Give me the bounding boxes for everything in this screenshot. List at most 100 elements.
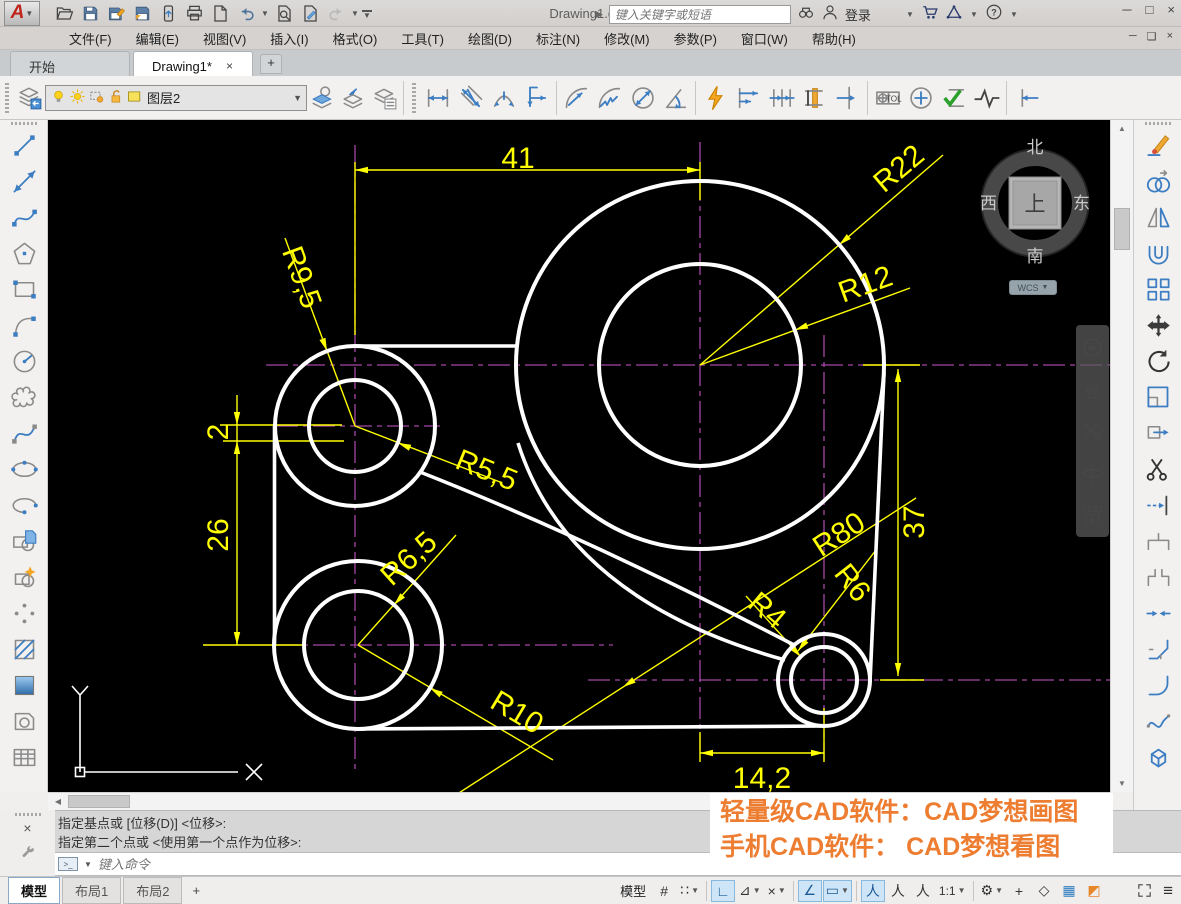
polar-icon-caret[interactable]: ▼ (753, 886, 761, 895)
layer-combo-caret-icon[interactable]: ▼ (293, 93, 302, 103)
snap-icon[interactable]: ∷▼ (677, 880, 702, 902)
layout-tab-布局1[interactable]: 布局1 (62, 877, 121, 904)
scroll-down-icon[interactable]: ▼ (1111, 775, 1133, 792)
stretch-button[interactable] (1134, 415, 1181, 451)
dim-aligned-button[interactable] (454, 80, 487, 116)
app-logo[interactable]: A▼ (4, 1, 40, 26)
dim-partial-button[interactable] (1010, 80, 1043, 116)
login-caret-icon[interactable]: ▼ (905, 10, 915, 19)
polygon-button[interactable] (0, 235, 48, 271)
login-link[interactable]: 登录 (845, 5, 871, 24)
ellipse-button[interactable] (0, 451, 48, 487)
document-tab-开始[interactable]: 开始 (10, 51, 130, 76)
otrack-icon-caret[interactable]: ▼ (778, 886, 786, 895)
snap-icon-caret[interactable]: ▼ (691, 886, 699, 895)
qat-overflow-icon[interactable]: ▼ (362, 10, 372, 19)
construction-line-button[interactable] (0, 163, 48, 199)
annotation-scale-icon[interactable]: 人 (911, 880, 935, 902)
spline-button[interactable] (0, 415, 48, 451)
dim-linear-button[interactable] (421, 80, 454, 116)
dyn-input-icon[interactable]: ▭▼ (823, 880, 852, 902)
dim-update-button[interactable] (937, 80, 970, 116)
dim-diameter-button[interactable] (626, 80, 659, 116)
layer-select[interactable]: 图层2 ▼ (45, 85, 307, 111)
orbit-icon[interactable] (1080, 461, 1105, 486)
annotation-monitor-icon[interactable]: + (1007, 880, 1031, 902)
doc-minimize-icon[interactable]: ─ (1129, 30, 1137, 43)
a360-icon[interactable] (945, 3, 963, 26)
explode-button[interactable] (1134, 739, 1181, 775)
print-icon[interactable] (182, 2, 206, 25)
annotation-autoscale-icon[interactable]: 人 (886, 880, 910, 902)
osnap-icon[interactable]: ∠ (798, 880, 822, 902)
ortho-icon[interactable]: ∟ (711, 880, 735, 902)
dim-baseline-button[interactable] (732, 80, 765, 116)
line-button[interactable] (0, 127, 48, 163)
command-grip[interactable] (15, 813, 41, 816)
make-object-layer-current-icon[interactable] (307, 81, 338, 115)
dim-spacing-button[interactable] (798, 80, 831, 116)
markup-icon[interactable] (298, 2, 322, 25)
doc-close-icon[interactable]: × (1167, 30, 1173, 43)
undo-caret[interactable]: ▼ (260, 9, 270, 18)
rectangle-button[interactable] (0, 271, 48, 307)
dim-ordinate-button[interactable] (520, 80, 553, 116)
scale-value[interactable]: 1:1▼ (936, 880, 969, 902)
dim-angular-button[interactable] (659, 80, 692, 116)
hardware-acceleration-icon[interactable]: ▦ (1057, 880, 1081, 902)
arc-button[interactable] (0, 307, 48, 343)
settings-gear-icon[interactable]: ⚙▼ (978, 880, 1006, 902)
layout-tab-模型[interactable]: 模型 (8, 877, 60, 904)
join-button[interactable] (1134, 595, 1181, 631)
scroll-left-icon[interactable]: ◀ (50, 794, 66, 809)
drawing-canvas[interactable]: 41R22R12R9,5R5,5226R6,5R80R10R6R43714,2 … (48, 120, 1110, 792)
dim-tolerance-button[interactable]: TOL (871, 80, 904, 116)
command-close-icon[interactable]: × (0, 820, 55, 836)
menu-文件(F)[interactable]: 文件(F) (58, 27, 123, 50)
layer-previous-icon[interactable] (338, 81, 369, 115)
toolbar-grip[interactable] (412, 83, 416, 113)
circle-button[interactable] (0, 343, 48, 379)
rotate-button[interactable] (1134, 343, 1181, 379)
minimize-icon[interactable]: ─ (1122, 2, 1131, 17)
layer-properties-icon[interactable] (14, 81, 45, 115)
table-button[interactable] (0, 739, 48, 775)
menu-工具(T)[interactable]: 工具(T) (390, 27, 455, 50)
pan-hand-icon[interactable] (1080, 377, 1105, 402)
dim-quick-button[interactable] (699, 80, 732, 116)
dim-radius-button[interactable] (560, 80, 593, 116)
menu-格式(O)[interactable]: 格式(O) (322, 27, 389, 50)
menu-参数(P)[interactable]: 参数(P) (663, 27, 728, 50)
store-cart-icon[interactable] (921, 3, 939, 26)
clean-screen-icon[interactable]: ◩ (1082, 880, 1106, 902)
new-drawing-icon[interactable] (208, 2, 232, 25)
vscroll-thumb[interactable] (1114, 208, 1130, 250)
menu-绘图(D)[interactable]: 绘图(D) (457, 27, 523, 50)
binoculars-icon[interactable] (797, 3, 815, 26)
preview-icon[interactable] (272, 2, 296, 25)
compass-west[interactable]: 西 (980, 194, 997, 213)
chamfer-button[interactable] (1134, 631, 1181, 667)
layout-tab-布局2[interactable]: 布局2 (123, 877, 182, 904)
geometry-curve[interactable] (420, 472, 796, 646)
break-button[interactable] (1134, 559, 1181, 595)
create-block-button[interactable] (0, 559, 48, 595)
document-tab-Drawing1*[interactable]: Drawing1*× (133, 51, 253, 76)
polar-icon[interactable]: ⊿▼ (736, 880, 764, 902)
blend-curves-button[interactable] (1134, 703, 1181, 739)
close-icon[interactable]: × (1167, 2, 1175, 17)
settings-gear-icon-caret[interactable]: ▼ (995, 886, 1003, 895)
scale-value-caret[interactable]: ▼ (958, 886, 966, 895)
user-icon[interactable] (821, 3, 839, 26)
compass-east[interactable]: 东 (1073, 194, 1090, 213)
erase-button[interactable] (1134, 127, 1181, 163)
move-button[interactable] (1134, 307, 1181, 343)
undo-icon[interactable] (234, 2, 258, 25)
geometry-line[interactable] (358, 726, 824, 729)
fillet-button[interactable] (1134, 667, 1181, 703)
scale-button[interactable] (1134, 379, 1181, 415)
save-as-icon[interactable] (104, 2, 128, 25)
menu-帮助(H)[interactable]: 帮助(H) (801, 27, 867, 50)
ellipse-arc-button[interactable] (0, 487, 48, 523)
dim-continue-button[interactable] (765, 80, 798, 116)
